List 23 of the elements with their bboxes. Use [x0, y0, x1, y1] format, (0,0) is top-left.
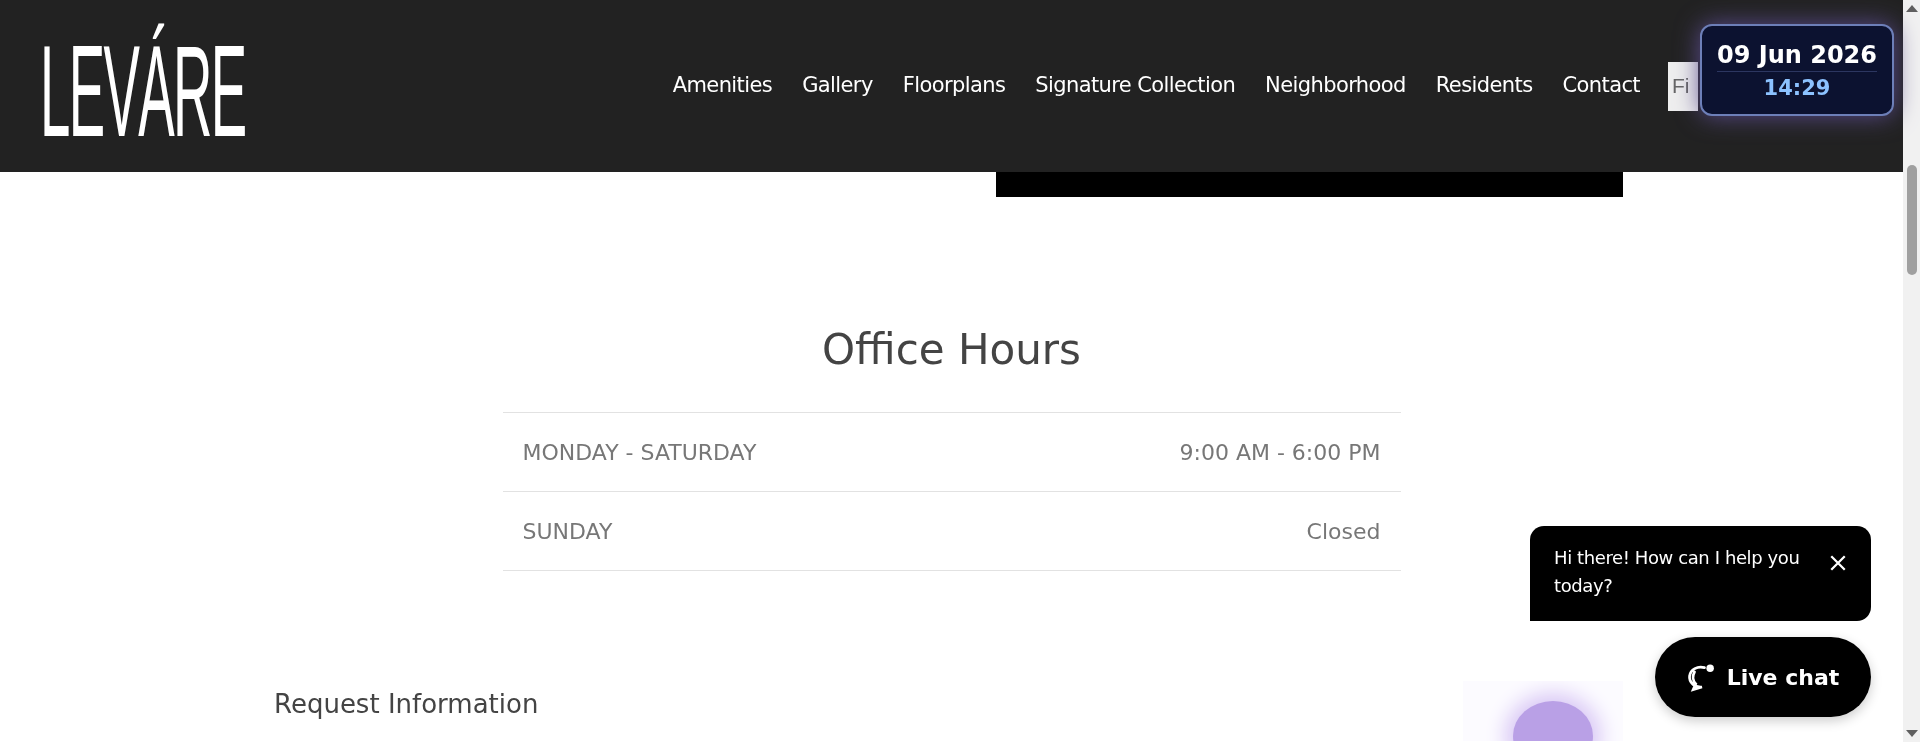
time-text: 14:29	[1763, 75, 1831, 100]
days-label: SUNDAY	[522, 518, 613, 544]
logo[interactable]: LEVÁRE	[40, 13, 246, 169]
nav-link[interactable]: Signature Collection	[1035, 73, 1236, 97]
nav-link[interactable]: Gallery	[802, 73, 873, 97]
scroll-down-icon[interactable]	[1905, 730, 1918, 737]
live-chat-button[interactable]: Live chat	[1655, 637, 1871, 717]
nav-link[interactable]: Residents	[1435, 73, 1533, 97]
chat-message: Hi there! How can I help you today?	[1554, 546, 1801, 598]
hours-value: 9:00 AM - 6:00 PM	[1179, 439, 1381, 465]
search-field[interactable]: Fi	[1668, 61, 1698, 111]
nav-link[interactable]: Floorplans	[902, 73, 1006, 97]
scrollbar-thumb[interactable]	[1906, 165, 1917, 275]
date-text: 09 Jun 2026	[1717, 40, 1877, 72]
scroll-up-icon[interactable]	[1905, 5, 1918, 12]
hours-value: Closed	[1306, 518, 1381, 544]
nav-link[interactable]: Neighborhood	[1265, 73, 1406, 97]
section-heading: Office Hours	[821, 325, 1082, 374]
close-icon[interactable]	[1829, 554, 1847, 572]
section-heading: Request Information	[274, 689, 539, 721]
nav-link[interactable]: Contact	[1562, 73, 1640, 97]
nav-link[interactable]: Amenities	[672, 73, 773, 97]
days-label: MONDAY - SATURDAY	[522, 439, 757, 465]
